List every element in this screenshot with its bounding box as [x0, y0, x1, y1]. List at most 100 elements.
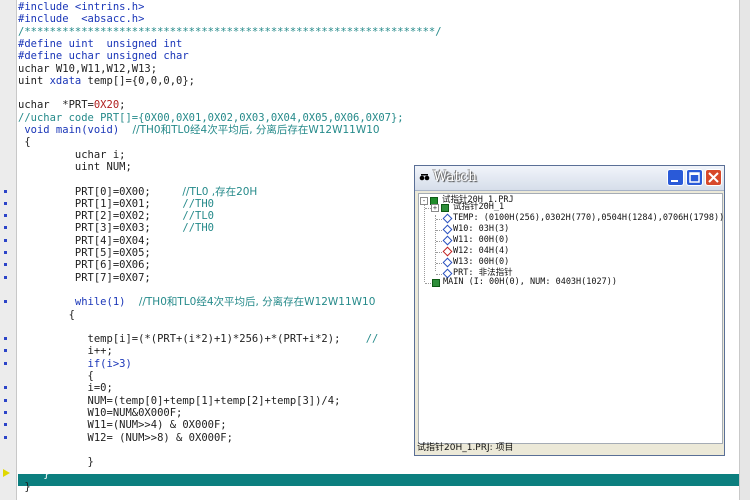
code-token: //TH0和TL0经4次平均后, 分离后存在W12W11W10: [119, 124, 380, 136]
code-line[interactable]: W11=(NUM>>4) & 0X000F;: [18, 419, 227, 431]
code-token: }: [18, 480, 31, 493]
code-line[interactable]: PRT[0]=0X00; //TL0 ,存在20H: [18, 186, 257, 198]
current-line-arrow-icon: [3, 469, 10, 478]
executable-line-marker[interactable]: [4, 214, 7, 218]
code-token: /***************************************…: [18, 25, 442, 38]
executable-line-marker[interactable]: [4, 300, 7, 304]
code-line[interactable]: W10=NUM&0X000F;: [18, 407, 183, 419]
executable-line-marker[interactable]: [4, 226, 7, 230]
watch-tree[interactable]: - 试指针20H_1.PRJ + 试指针20H_1 TEMP: (0100H(2…: [418, 193, 724, 444]
executable-line-marker[interactable]: [4, 361, 7, 365]
minimize-button[interactable]: [667, 169, 684, 186]
code-line[interactable]: PRT[7]=0X07;: [18, 272, 151, 284]
code-token: uchar *PRT=: [18, 99, 94, 112]
close-button[interactable]: [705, 169, 722, 186]
code-token: //TL0: [182, 210, 214, 223]
code-token: PRT[5]=0X05;: [18, 247, 151, 259]
code-token: #include <intrins.h>: [18, 1, 145, 13]
code-line[interactable]: PRT[5]=0X05;: [18, 247, 151, 259]
code-line[interactable]: PRT[3]=0X03; //TH0: [18, 222, 214, 234]
code-token: //TH0: [182, 222, 214, 235]
code-token: {: [18, 308, 75, 321]
code-token: }: [18, 468, 50, 481]
code-line[interactable]: NUM=(temp[0]+temp[1]+temp[2]+temp[3])/4;: [18, 395, 341, 407]
code-token: W11=(NUM>>4) & 0X000F;: [18, 419, 227, 432]
executable-line-marker[interactable]: [4, 263, 7, 267]
collapse-project-toggle[interactable]: -: [420, 197, 428, 205]
code-token: #define uint unsigned int: [18, 37, 183, 50]
code-token: uchar W10,W11,W12,W13;: [18, 62, 158, 75]
code-line[interactable]: PRT[1]=0X01; //TH0: [18, 198, 214, 210]
changed-variable-icon: [442, 246, 453, 257]
executable-line-marker[interactable]: [4, 201, 7, 205]
code-line[interactable]: if(i>3): [18, 358, 132, 370]
variable-icon: [442, 224, 453, 235]
tree-var-w11[interactable]: W11: 00H(0): [453, 235, 509, 246]
tree-var-temp[interactable]: TEMP: (0100H(256),0302H(770),0504H(1284)…: [453, 213, 724, 224]
minimize-icon: [671, 180, 678, 182]
code-token: PRT[3]=0X03;: [18, 222, 183, 235]
executable-line-marker[interactable]: [4, 349, 7, 353]
code-token: PRT[0]=0X00;: [18, 185, 183, 198]
code-token: #include <absacc.h>: [18, 13, 145, 26]
code-line[interactable]: PRT[4]=0X04;: [18, 235, 151, 247]
code-token: if(i>3): [18, 357, 132, 370]
code-line[interactable]: }: [18, 468, 50, 481]
watch-title-bar[interactable]: Watch: [415, 166, 724, 191]
executable-line-marker[interactable]: [4, 435, 7, 439]
executable-line-marker[interactable]: [4, 251, 7, 254]
code-line[interactable]: temp[i]=(*(PRT+(i*2)+1)*256)+*(PRT+i*2);…: [18, 333, 379, 345]
executable-line-marker[interactable]: [4, 275, 7, 279]
code-line[interactable]: uint NUM;: [18, 161, 132, 173]
code-token: xdata: [49, 74, 82, 87]
code-token: uint NUM;: [18, 160, 132, 173]
executable-line-marker[interactable]: [4, 238, 7, 242]
code-line[interactable]: W12= (NUM>>8) & 0X000F;: [18, 432, 233, 444]
variable-icon: [442, 213, 453, 224]
tree-main[interactable]: MAIN (I: 00H(0), NUM: 0403H(1027)): [443, 277, 617, 288]
variable-icon: [442, 235, 453, 246]
code-line[interactable]: while(1) //TH0和TL0经4次平均后, 分离存在W12W11W10: [18, 296, 376, 309]
watch-window[interactable]: Watch - 试指针20H_1.PRJ + 试指针20H_1 TEMP: (0…: [414, 165, 725, 456]
code-line[interactable]: #include <absacc.h>: [18, 13, 144, 25]
code-line[interactable]: #include <intrins.h>: [18, 1, 144, 13]
code-token: }: [18, 456, 94, 469]
code-line[interactable]: {: [18, 370, 94, 382]
executable-line-marker[interactable]: [4, 423, 7, 427]
code-line[interactable]: #define uchar unsigned char: [18, 50, 189, 62]
code-line[interactable]: }: [18, 456, 94, 468]
code-line[interactable]: //uchar code PRT[]={0X00,0X01,0X02,0X03,…: [18, 112, 404, 124]
code-line[interactable]: void main(void) //TH0和TL0经4次平均后, 分离后存在W1…: [18, 124, 380, 136]
code-line[interactable]: }: [18, 480, 31, 493]
code-line[interactable]: i=0;: [18, 382, 113, 394]
code-line[interactable]: i++;: [18, 345, 113, 357]
vertical-scrollbar[interactable]: [739, 0, 750, 500]
code-line[interactable]: uint xdata temp[]={0,0,0,0};: [18, 75, 195, 87]
collapse-module-toggle[interactable]: +: [431, 204, 439, 212]
code-line[interactable]: /***************************************…: [18, 26, 442, 38]
code-token: #define uchar unsigned char: [18, 50, 189, 63]
code-token: uchar i;: [18, 148, 126, 161]
code-token: //TH0和TL0经4次平均后, 分离存在W12W11W10: [125, 296, 376, 309]
executable-line-marker[interactable]: [4, 337, 7, 341]
tree-var-w12[interactable]: W12: 04H(4): [453, 246, 509, 257]
tree-module[interactable]: 试指针20H_1: [453, 202, 504, 213]
code-token: uint: [18, 74, 50, 87]
code-line[interactable]: uchar i;: [18, 148, 126, 161]
code-line[interactable]: {: [18, 136, 30, 148]
tree-var-w13[interactable]: W13: 00H(0): [453, 257, 509, 268]
code-line[interactable]: uchar *PRT=0X20;: [18, 99, 125, 111]
executable-line-marker[interactable]: [4, 189, 7, 193]
code-line[interactable]: {: [18, 309, 75, 321]
executable-line-marker[interactable]: [4, 410, 7, 414]
executable-line-marker[interactable]: [4, 386, 7, 390]
executable-line-marker[interactable]: [4, 398, 7, 402]
code-token: PRT[4]=0X04;: [18, 234, 151, 247]
code-line[interactable]: #define uint unsigned int: [18, 38, 182, 50]
tree-var-w10[interactable]: W10: 03H(3): [453, 224, 509, 235]
code-line[interactable]: uchar W10,W11,W12,W13;: [18, 63, 157, 75]
code-line[interactable]: PRT[6]=0X06;: [18, 259, 151, 271]
code-line[interactable]: PRT[2]=0X02; //TL0: [18, 210, 214, 222]
code-token: //TH0: [182, 197, 214, 210]
maximize-button[interactable]: [686, 169, 703, 186]
